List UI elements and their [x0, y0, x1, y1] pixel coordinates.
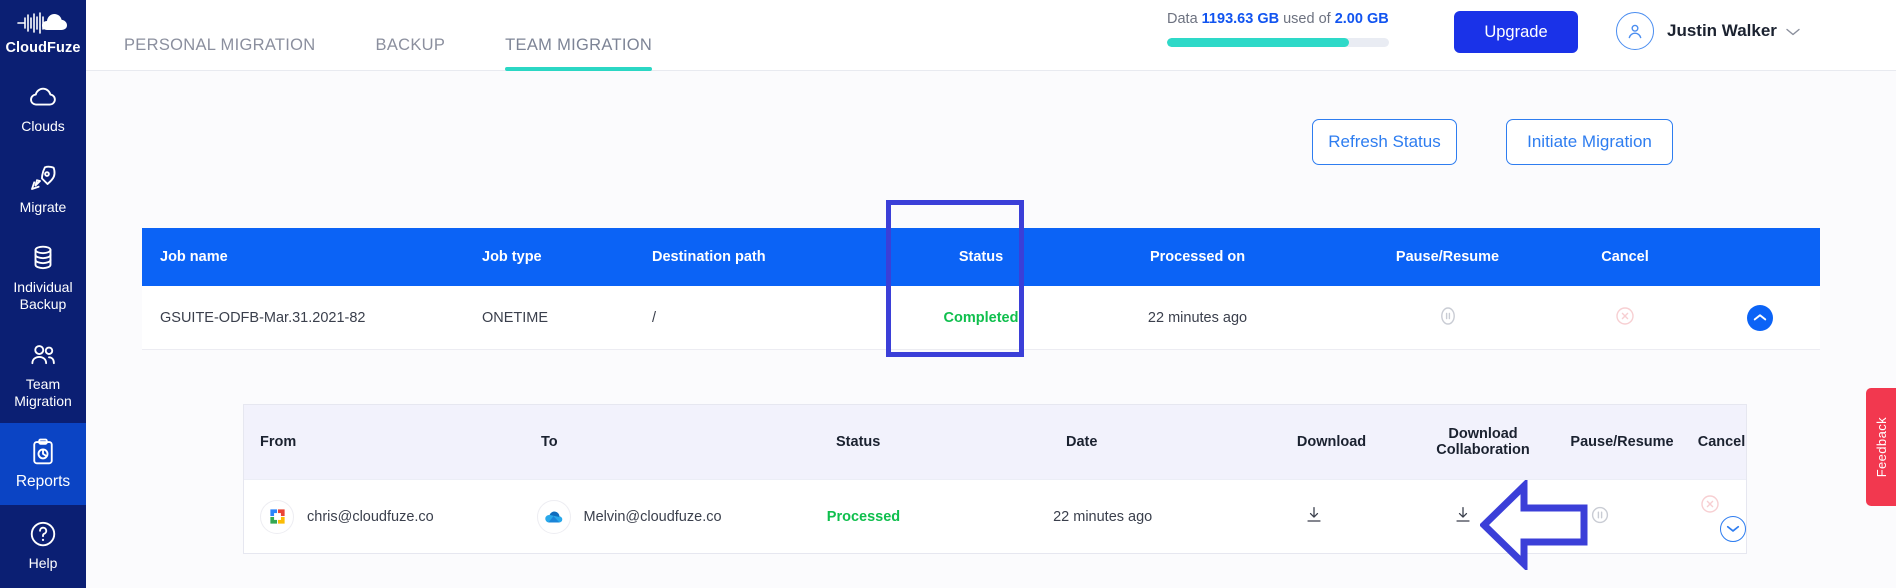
sub-row-actions [1674, 492, 1746, 542]
cell-status: Completed [912, 310, 1050, 326]
sidebar-item-label: Individual Backup [2, 279, 84, 312]
cell-from: chris@cloudfuze.co [244, 500, 537, 534]
column-header-status: Status [912, 249, 1050, 265]
data-usage-text: Data 1193.63 GB used of 2.00 GB [1167, 11, 1389, 27]
data-usage-used: 1193.63 GB [1202, 11, 1279, 27]
tab-backup[interactable]: BACKUP [376, 36, 446, 71]
data-usage-track [1167, 38, 1389, 47]
sub-column-header-cancel: Cancel [1697, 434, 1746, 450]
sidebar-item-clouds[interactable]: Clouds [0, 68, 86, 149]
feedback-tab[interactable]: Feedback [1866, 388, 1896, 506]
cell-to: Melvin@cloudfuze.co [537, 500, 827, 534]
brand-logo[interactable]: CloudFuze [0, 0, 86, 68]
cloudfuze-logo-icon [16, 10, 70, 36]
column-header-processed-on: Processed on [1050, 249, 1345, 265]
top-tabs: PERSONAL MIGRATION BACKUP TEAM MIGRATION [124, 36, 652, 71]
jobs-table: Job name Job type Destination path Statu… [142, 228, 1820, 350]
column-header-destination: Destination path [652, 249, 912, 265]
users-icon [28, 340, 58, 370]
cell-processed-on: 22 minutes ago [1050, 310, 1345, 326]
sidebar-item-reports[interactable]: Reports [0, 423, 86, 505]
sub-column-header-pause-resume: Pause/Resume [1547, 434, 1697, 450]
sub-column-header-from: From [244, 434, 541, 450]
download-collab-line1: Download [1419, 426, 1547, 442]
sidebar-item-migrate[interactable]: Migrate [0, 149, 86, 230]
chevron-down-icon [1786, 24, 1800, 39]
row-pause-resume-button[interactable] [1345, 304, 1550, 332]
sidebar: CloudFuze Clouds Migrate [0, 0, 86, 588]
chevron-down-icon[interactable] [1720, 516, 1746, 542]
data-usage-prefix: Data [1167, 11, 1198, 27]
download-collab-line2: Collaboration [1419, 442, 1547, 458]
tab-personal-migration[interactable]: PERSONAL MIGRATION [124, 36, 316, 71]
cancel-circle-icon[interactable] [1698, 492, 1722, 516]
sidebar-item-label: Reports [16, 473, 70, 491]
column-header-pause-resume: Pause/Resume [1345, 249, 1550, 265]
sub-column-header-to: To [541, 434, 836, 450]
clipboard-chart-icon [28, 437, 58, 467]
sidebar-item-label: Migrate [20, 199, 67, 216]
column-header-job-type: Job type [482, 249, 652, 265]
rocket-icon [28, 163, 58, 193]
refresh-status-button[interactable]: Refresh Status [1312, 119, 1457, 165]
sidebar-item-help[interactable]: Help [0, 505, 86, 586]
data-usage-total: 2.00 GB [1335, 11, 1389, 27]
pause-circle-icon[interactable] [1588, 503, 1612, 527]
table-row[interactable]: GSUITE-ODFB-Mar.31.2021-82 ONETIME / Com… [142, 286, 1820, 350]
column-header-job-name: Job name [142, 249, 482, 265]
cell-job-name: GSUITE-ODFB-Mar.31.2021-82 [142, 310, 482, 326]
job-details-header: From To Status Date Download Download Co… [244, 405, 1746, 479]
cell-job-type: ONETIME [482, 310, 652, 326]
cell-from-email: chris@cloudfuze.co [307, 509, 434, 525]
data-usage-fill [1167, 38, 1349, 47]
initiate-migration-button[interactable]: Initiate Migration [1506, 119, 1673, 165]
database-icon [28, 243, 58, 273]
cancel-circle-icon[interactable] [1613, 304, 1637, 328]
user-menu[interactable]: Justin Walker [1616, 12, 1800, 50]
cell-to-email: Melvin@cloudfuze.co [584, 509, 722, 525]
upgrade-button[interactable]: Upgrade [1454, 11, 1578, 53]
jobs-table-header: Job name Job type Destination path Statu… [142, 228, 1820, 286]
google-drive-icon [260, 500, 294, 534]
row-collapse-button[interactable] [1700, 305, 1820, 331]
cell-sub-date: 22 minutes ago [1053, 509, 1228, 525]
data-usage-meter: Data 1193.63 GB used of 2.00 GB [1167, 11, 1389, 47]
data-usage-middle: used of [1283, 11, 1331, 27]
sidebar-item-label: Team Migration [2, 376, 84, 409]
column-header-cancel: Cancel [1550, 249, 1700, 265]
sub-row-download-button[interactable] [1228, 504, 1400, 530]
pause-circle-icon[interactable] [1436, 304, 1460, 328]
sub-column-header-download: Download [1244, 434, 1419, 450]
download-icon[interactable] [1452, 504, 1474, 526]
download-icon[interactable] [1303, 504, 1325, 526]
row-cancel-button[interactable] [1550, 304, 1700, 332]
user-avatar-icon [1616, 12, 1654, 50]
sidebar-item-team-migration[interactable]: Team Migration [0, 326, 86, 423]
feedback-label: Feedback [1874, 417, 1889, 477]
sidebar-item-label: Clouds [21, 118, 65, 135]
tab-team-migration[interactable]: TEAM MIGRATION [505, 36, 652, 71]
sub-column-header-download-collaboration: Download Collaboration [1419, 426, 1547, 458]
onedrive-icon [537, 500, 571, 534]
sub-column-header-status: Status [836, 434, 1066, 450]
chevron-up-icon[interactable] [1747, 305, 1773, 331]
cloud-icon [28, 82, 58, 112]
top-bar: PERSONAL MIGRATION BACKUP TEAM MIGRATION… [86, 0, 1896, 71]
arrow-annotation [1480, 480, 1590, 570]
cell-sub-status: Processed [827, 509, 1053, 525]
sidebar-item-label: Help [29, 555, 58, 572]
question-circle-icon [28, 519, 58, 549]
cell-destination-path: / [652, 310, 912, 326]
app-root: CloudFuze Clouds Migrate [0, 0, 1896, 588]
user-name: Justin Walker [1667, 21, 1777, 41]
sidebar-item-individual-backup[interactable]: Individual Backup [0, 229, 86, 326]
sub-column-header-date: Date [1066, 434, 1244, 450]
brand-name: CloudFuze [5, 40, 80, 56]
